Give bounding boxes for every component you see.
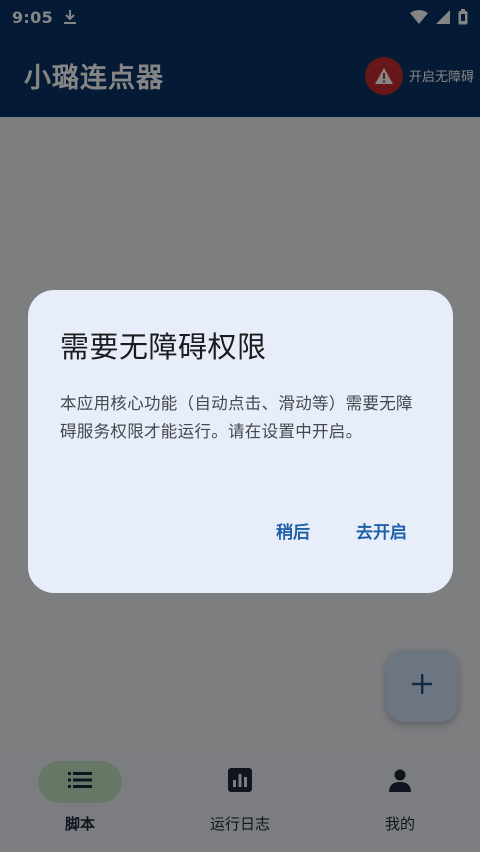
- go-enable-button[interactable]: 去开启: [356, 518, 407, 543]
- permission-dialog: 需要无障碍权限 本应用核心功能（自动点击、滑动等）需要无障碍服务权限才能运行。请…: [28, 290, 453, 593]
- dialog-actions: 稍后 去开启: [276, 518, 407, 543]
- dialog-title: 需要无障碍权限: [60, 330, 267, 364]
- dialog-message: 本应用核心功能（自动点击、滑动等）需要无障碍服务权限才能运行。请在设置中开启。: [60, 394, 413, 441]
- later-button[interactable]: 稍后: [276, 518, 310, 543]
